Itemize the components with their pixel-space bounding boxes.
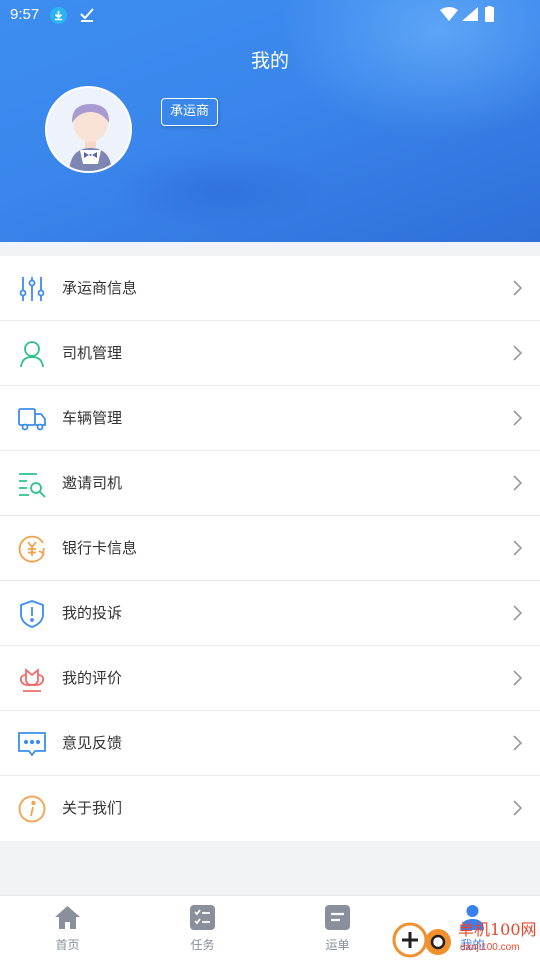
menu-item-carrier-info[interactable]: 承运商信息 (0, 256, 540, 321)
menu-item-driver-management[interactable]: 司机管理 (0, 321, 540, 386)
status-time: 9:57 (10, 6, 40, 23)
chevron-right-icon (512, 670, 523, 686)
done-icon (78, 6, 96, 28)
menu-item-label: 关于我们 (62, 799, 123, 817)
download-icon (50, 7, 67, 24)
menu-item-vehicle-management[interactable]: 车辆管理 (0, 386, 540, 451)
menu-item-complaints[interactable]: 我的投诉 (0, 581, 540, 646)
menu-item-label: 我的评价 (62, 669, 123, 687)
tab-waybill[interactable]: 运单 (270, 896, 405, 960)
tab-label: 运单 (325, 938, 350, 952)
menu-item-label: 银行卡信息 (62, 539, 138, 557)
chat-icon (17, 729, 47, 759)
task-icon (189, 904, 216, 931)
watermark: 单机100网 danji100.com (390, 918, 540, 960)
menu-item-feedback[interactable]: 意见反馈 (0, 711, 540, 776)
tab-label: 首页 (55, 938, 80, 952)
role-badge: 承运商 (161, 98, 219, 126)
menu-item-bank-card[interactable]: 银行卡信息 (0, 516, 540, 581)
waybill-icon (324, 904, 351, 931)
chevron-right-icon (512, 540, 523, 556)
shield-alert-icon (17, 599, 47, 629)
signal-battery-icon (440, 6, 510, 28)
menu-item-invite-driver[interactable]: 邀请司机 (0, 451, 540, 516)
menu-item-label: 邀请司机 (62, 474, 123, 492)
menu-item-label: 我的投诉 (62, 604, 123, 622)
avatar[interactable] (45, 86, 132, 173)
tab-home[interactable]: 首页 (0, 896, 135, 960)
sliders-icon (17, 274, 47, 304)
driver-icon (17, 339, 47, 369)
chevron-right-icon (512, 800, 523, 816)
menu-list: 承运商信息 司机管理 车辆管理 邀请司机 银行卡信息 我的投诉 我的评价 意见反… (0, 256, 540, 841)
tab-tasks[interactable]: 任务 (135, 896, 270, 960)
menu-item-label: 意见反馈 (62, 734, 123, 752)
yuan-icon (17, 534, 47, 564)
chevron-right-icon (512, 345, 523, 361)
watermark-url: danji100.com (460, 942, 520, 953)
truck-icon (17, 404, 47, 434)
watermark-logo (392, 922, 451, 958)
watermark-title: 单机100网 (458, 920, 537, 939)
chevron-right-icon (512, 735, 523, 751)
tab-label: 任务 (190, 938, 215, 952)
flower-icon (17, 664, 47, 694)
page-title: 我的 (250, 50, 289, 72)
menu-item-label: 承运商信息 (62, 279, 138, 297)
menu-item-about-us[interactable]: 关于我们 (0, 776, 540, 841)
chevron-right-icon (512, 605, 523, 621)
home-icon (54, 904, 81, 931)
menu-item-reviews[interactable]: 我的评价 (0, 646, 540, 711)
status-bar: 9:57 (0, 0, 540, 30)
chevron-right-icon (512, 280, 523, 296)
chevron-right-icon (512, 410, 523, 426)
profile-header: 9:57 我的 承运商 (0, 0, 540, 242)
menu-item-label: 司机管理 (62, 344, 123, 362)
search-list-icon (17, 469, 47, 499)
menu-item-label: 车辆管理 (62, 409, 123, 427)
info-icon (17, 794, 47, 824)
chevron-right-icon (512, 475, 523, 491)
